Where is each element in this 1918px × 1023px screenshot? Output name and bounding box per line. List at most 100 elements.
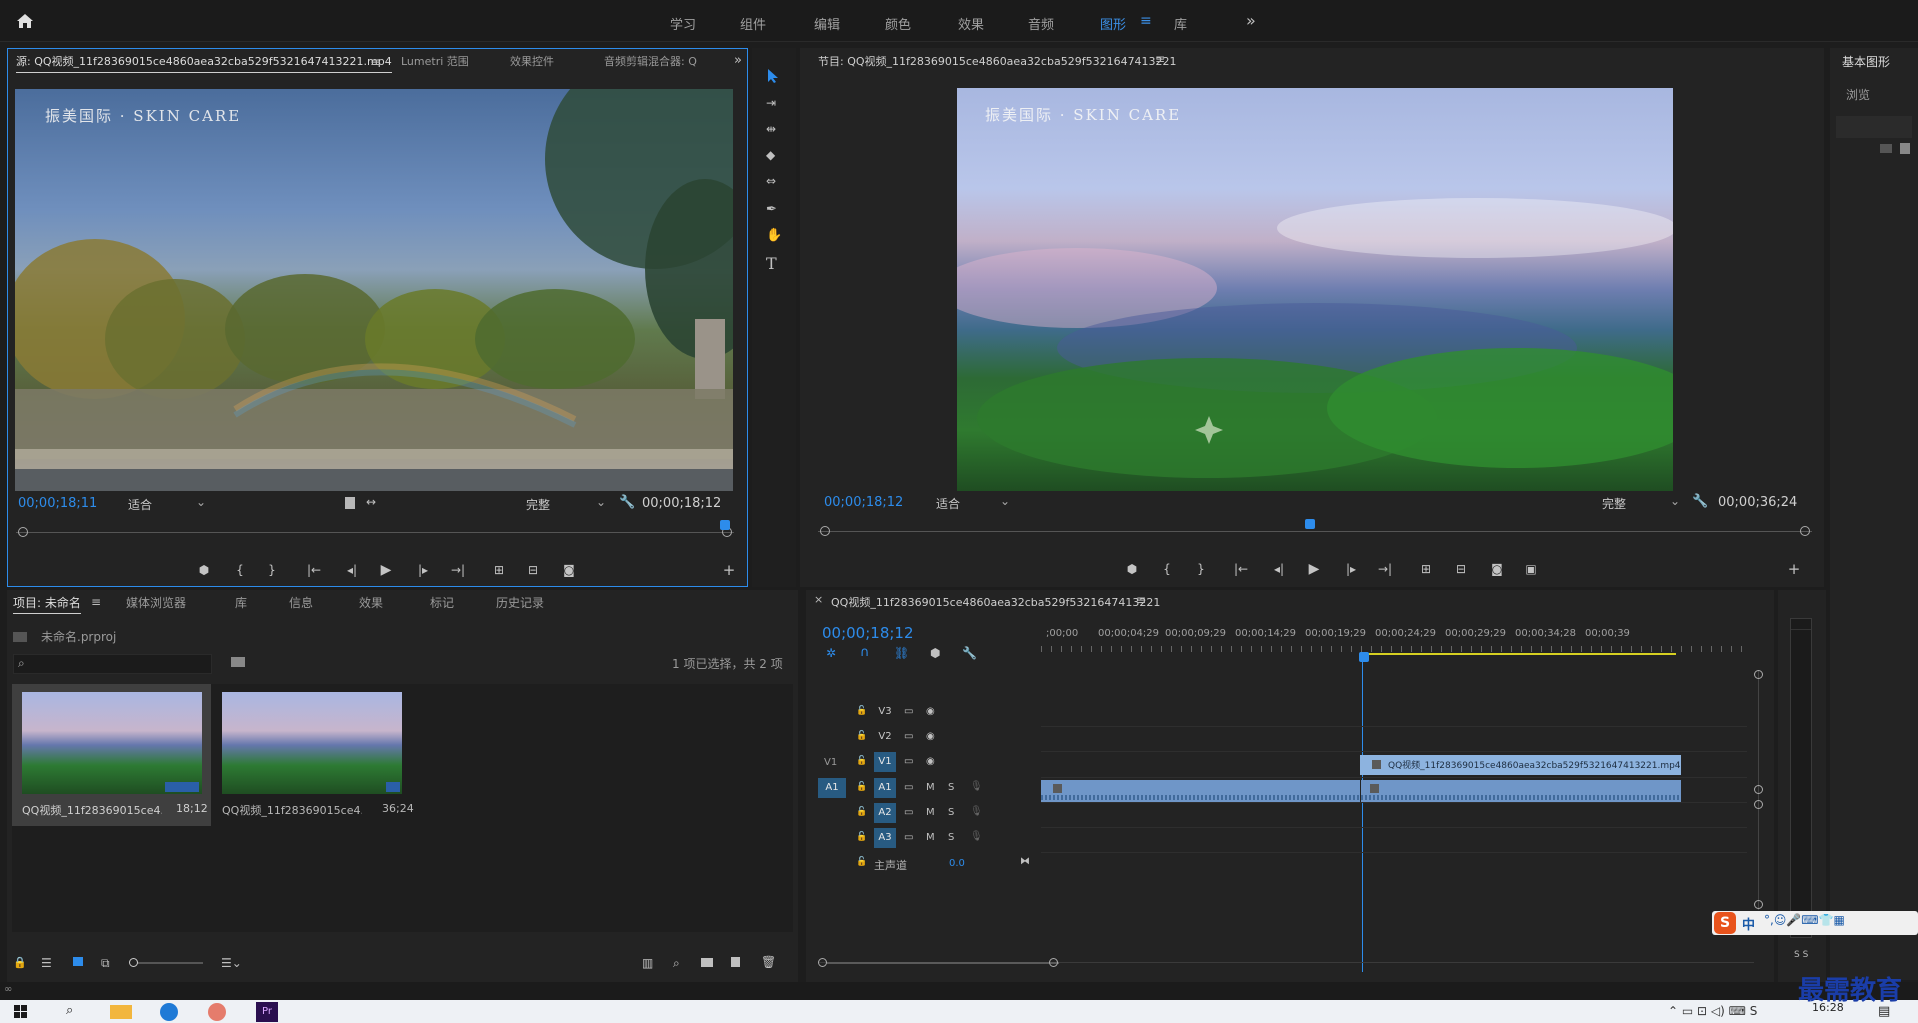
workspace-overflow-icon[interactable]: » bbox=[1246, 11, 1256, 30]
type-tool-icon[interactable]: T bbox=[766, 254, 777, 273]
source-patch-a1[interactable]: A1 bbox=[818, 778, 846, 798]
tray-icons[interactable]: ⌃ ▭ ⊡ ◁) ⌨ S bbox=[1668, 1004, 1757, 1018]
premiere-pro-icon[interactable]: Pr bbox=[256, 1002, 278, 1022]
graphics-dropdown[interactable] bbox=[1836, 116, 1912, 138]
camera-icon[interactable]: ◙ bbox=[560, 561, 578, 579]
program-play-button[interactable]: ▶ bbox=[1305, 560, 1323, 578]
program-step-forward-button[interactable]: |▸ bbox=[1342, 560, 1360, 578]
timeline-marker-icon[interactable]: ⬢ bbox=[930, 646, 940, 660]
audio-clip[interactable] bbox=[1361, 780, 1681, 802]
source-timecode-current[interactable]: 00;00;18;11 bbox=[18, 496, 97, 511]
track-lock-icon[interactable]: 🔓 bbox=[856, 731, 867, 741]
workspace-tab-color[interactable]: 颜色 bbox=[885, 14, 911, 33]
eye-icon[interactable]: ◉ bbox=[926, 756, 935, 767]
zoom-slider[interactable] bbox=[129, 958, 203, 967]
export-frame-icon[interactable] bbox=[345, 497, 355, 509]
workspace-tab-learn[interactable]: 学习 bbox=[670, 14, 696, 33]
file-explorer-icon[interactable] bbox=[110, 1005, 132, 1019]
voiceover-mic-icon[interactable]: 🎙 bbox=[970, 831, 983, 842]
workspace-menu-icon[interactable]: ≡ bbox=[1140, 13, 1152, 29]
timeline-wrench-icon[interactable]: 🔧 bbox=[962, 646, 977, 660]
source-tab-menu-icon[interactable]: ≡ bbox=[370, 55, 380, 69]
work-area-bar[interactable] bbox=[1360, 653, 1676, 655]
time-ruler[interactable]: ;00;00 00;00;04;29 00;00;09;29 00;00;14;… bbox=[1041, 620, 1747, 656]
delete-icon[interactable]: 🗑 bbox=[761, 955, 776, 969]
go-to-in-button[interactable]: |← bbox=[305, 561, 323, 579]
sort-icon[interactable]: ☰⌄ bbox=[221, 956, 242, 970]
source-fit-select[interactable]: 适合 bbox=[128, 493, 206, 514]
sync-lock-icon[interactable]: ▭ bbox=[904, 706, 913, 717]
sync-lock-icon[interactable]: ▭ bbox=[904, 807, 913, 818]
track-lock-icon[interactable]: 🔓 bbox=[856, 756, 867, 766]
workspace-tab-audio[interactable]: 音频 bbox=[1028, 14, 1054, 33]
track-lock-icon[interactable]: 🔓 bbox=[856, 832, 867, 842]
voiceover-mic-icon[interactable]: 🎙 bbox=[970, 806, 983, 817]
tab-info[interactable]: 信息 bbox=[289, 592, 313, 614]
track-area[interactable]: QQ视频_11f28369015ce4860aea32cba529f532164… bbox=[1041, 702, 1747, 892]
tab-project[interactable]: 项目: 未命名 bbox=[13, 592, 81, 614]
new-folder-icon[interactable] bbox=[1880, 144, 1892, 153]
eye-icon[interactable]: ◉ bbox=[926, 731, 935, 742]
sync-status-icon[interactable]: ∞ bbox=[4, 984, 12, 995]
source-scrub-bar[interactable] bbox=[16, 520, 734, 540]
extract-button[interactable]: ⊟ bbox=[1452, 560, 1470, 578]
program-add-button-icon[interactable]: + bbox=[1785, 560, 1803, 578]
source-playhead[interactable] bbox=[720, 520, 730, 530]
icon-view-icon[interactable] bbox=[73, 957, 83, 966]
track-lock-icon[interactable]: 🔓 bbox=[856, 782, 867, 792]
slip-tool-icon[interactable]: ⇔ bbox=[766, 174, 776, 188]
razor-tool-icon[interactable]: ◆ bbox=[766, 148, 775, 162]
source-patch-v1[interactable]: V1 bbox=[824, 757, 837, 768]
tab-lumetri-scopes[interactable]: Lumetri 范围 bbox=[401, 51, 469, 73]
project-menu-icon[interactable]: ≡ bbox=[91, 595, 101, 609]
track-target-a1[interactable]: A1 bbox=[874, 778, 896, 798]
snap-icon[interactable]: ✲ bbox=[826, 646, 836, 660]
solo-button[interactable]: S bbox=[948, 807, 954, 818]
program-step-back-button[interactable]: ◂| bbox=[1270, 560, 1288, 578]
lift-button[interactable]: ⊞ bbox=[1417, 560, 1435, 578]
tab-history[interactable]: 历史记录 bbox=[496, 592, 544, 614]
program-scrub-bar[interactable] bbox=[818, 519, 1812, 539]
magnet-icon[interactable]: ∩ bbox=[860, 645, 870, 660]
tab-media-browser[interactable]: 媒体浏览器 bbox=[126, 592, 186, 614]
play-button[interactable]: ▶ bbox=[377, 561, 395, 579]
wrench-icon[interactable]: 🔧 bbox=[619, 495, 635, 510]
selection-tool-icon[interactable] bbox=[766, 68, 780, 84]
mark-in-button[interactable]: { bbox=[231, 561, 249, 579]
project-item[interactable]: QQ视频_11f28369015ce4... 18;12 bbox=[12, 684, 211, 826]
track-lock-icon[interactable]: 🔓 bbox=[856, 706, 867, 716]
mark-out-button[interactable]: } bbox=[263, 561, 281, 579]
program-camera-icon[interactable]: ◙ bbox=[1488, 560, 1506, 578]
start-icon[interactable] bbox=[14, 1005, 28, 1019]
tab-source[interactable]: 源: QQ视频_11f28369015ce4860aea32cba529f532… bbox=[16, 51, 392, 73]
add-button-icon[interactable]: + bbox=[720, 561, 738, 579]
program-mark-out-button[interactable]: } bbox=[1192, 560, 1210, 578]
program-timecode-current[interactable]: 00;00;18;12 bbox=[824, 495, 903, 510]
tab-audio-clip-mixer[interactable]: 音频剪辑混合器: Q bbox=[604, 51, 697, 73]
solo-button[interactable]: S bbox=[948, 832, 954, 843]
timeline-horizontal-scroll[interactable] bbox=[818, 957, 1754, 969]
project-search-input[interactable] bbox=[32, 656, 207, 672]
source-video-frame[interactable]: 振美国际 · SKIN CARE bbox=[15, 89, 733, 491]
compare-view-icon[interactable]: ▣ bbox=[1522, 560, 1540, 578]
program-title[interactable]: 节目: QQ视频_11f28369015ce4860aea32cba529f53… bbox=[818, 53, 1177, 69]
sync-lock-icon[interactable]: ▭ bbox=[904, 832, 913, 843]
video-clip[interactable]: QQ视频_11f28369015ce4860aea32cba529f532164… bbox=[1360, 755, 1681, 775]
program-fit-select[interactable]: 适合 bbox=[936, 492, 1010, 513]
project-item[interactable]: QQ视频_11f28369015ce4... 36;24 bbox=[216, 684, 415, 826]
mute-button[interactable]: M bbox=[926, 807, 935, 818]
sequence-tab[interactable]: QQ视频_11f28369015ce4860aea32cba529f532164… bbox=[831, 594, 1160, 610]
step-back-button[interactable]: ◂| bbox=[343, 561, 361, 579]
program-wrench-icon[interactable]: 🔧 bbox=[1692, 494, 1708, 509]
program-mark-in-button[interactable]: { bbox=[1158, 560, 1176, 578]
program-video-frame[interactable]: 振美国际 · SKIN CARE bbox=[957, 88, 1673, 491]
track-lock-icon[interactable]: 🔓 bbox=[856, 857, 867, 867]
project-item-name[interactable]: QQ视频_11f28369015ce4... bbox=[222, 802, 362, 818]
hand-tool-icon[interactable]: ✋ bbox=[766, 228, 782, 243]
timeline-timecode[interactable]: 00;00;18;12 bbox=[822, 624, 914, 642]
browse-tab[interactable]: 浏览 bbox=[1846, 86, 1870, 103]
add-marker-button[interactable]: ⬢ bbox=[195, 561, 213, 579]
new-bin-from-search-icon[interactable] bbox=[231, 657, 245, 667]
tab-markers[interactable]: 标记 bbox=[430, 592, 454, 614]
taskbar-search-icon[interactable]: ⌕ bbox=[66, 1003, 73, 1018]
